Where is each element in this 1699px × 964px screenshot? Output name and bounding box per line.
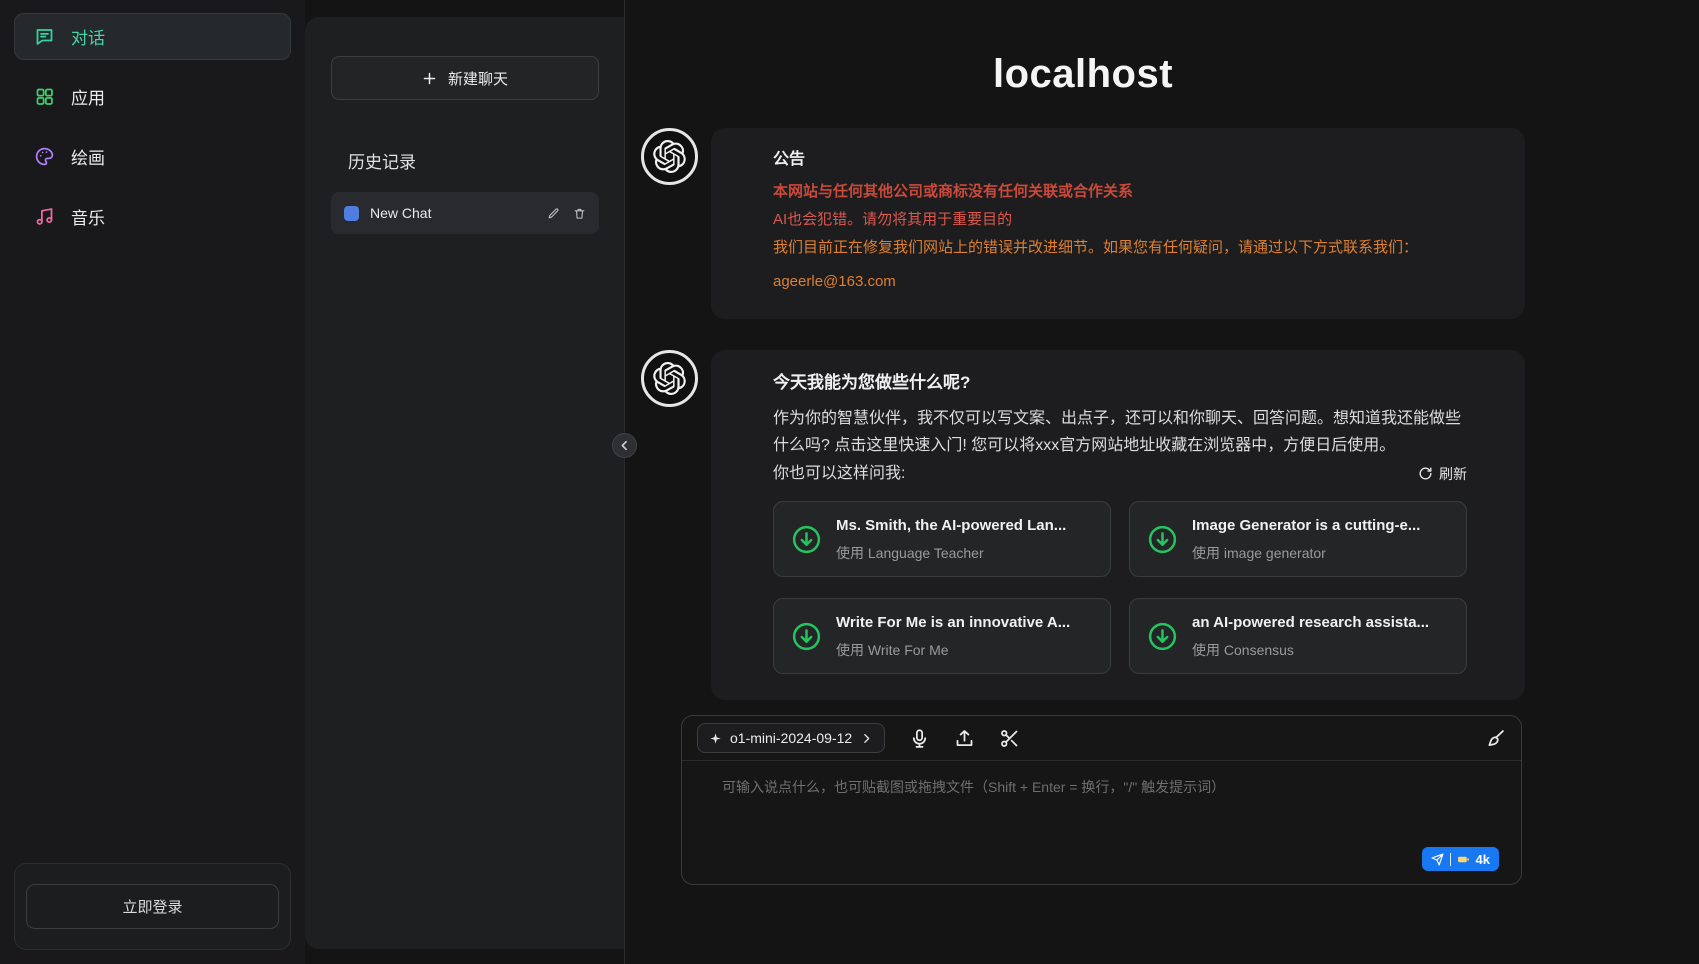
edit-icon[interactable]	[547, 207, 560, 220]
collapse-sidebar-button[interactable]	[612, 433, 637, 458]
sidebar-item-drawing[interactable]: 绘画	[14, 133, 291, 180]
suggestion-subtitle: 使用 Write For Me	[836, 640, 1070, 662]
login-button[interactable]: 立即登录	[26, 884, 279, 929]
refresh-label: 刷新	[1439, 464, 1467, 484]
sparkle-icon	[709, 732, 722, 745]
gpt-arrow-icon	[790, 523, 823, 556]
battery-icon	[1457, 853, 1470, 866]
contact-email[interactable]: ageerle@163.com	[773, 270, 1467, 293]
suggestion-card[interactable]: an AI-powered research assista... 使用 Con…	[1129, 598, 1467, 674]
delete-icon[interactable]	[573, 207, 586, 220]
assistant-avatar	[641, 350, 698, 407]
announcement-bubble: 公告 本网站与任何其他公司或商标没有任何关联或合作关系 AI也会犯错。请勿将其用…	[711, 128, 1525, 319]
composer: o1-mini-2024-09-12	[681, 715, 1522, 885]
chat-list-panel: 新建聊天 历史记录 New Chat	[305, 0, 625, 964]
suggestion-title: Ms. Smith, the AI-powered Lan...	[836, 514, 1066, 537]
suggestion-card[interactable]: Image Generator is a cutting-e... 使用 ima…	[1129, 501, 1467, 577]
composer-toolbar: o1-mini-2024-09-12	[682, 716, 1521, 761]
app-window: 对话 应用 绘画 音乐 立即登录	[0, 0, 1699, 964]
openai-logo-icon	[653, 362, 686, 395]
openai-logo-icon	[653, 140, 686, 173]
chevron-right-icon	[860, 732, 873, 745]
history-title: 历史记录	[348, 148, 599, 173]
badge-divider	[1450, 853, 1451, 866]
suggestion-subtitle: 使用 Consensus	[1192, 640, 1429, 662]
apps-grid-icon	[34, 86, 55, 107]
suggestion-subtitle: 使用 Language Teacher	[836, 543, 1066, 565]
suggestion-card[interactable]: Ms. Smith, the AI-powered Lan... 使用 Lang…	[773, 501, 1111, 577]
sidebar-item-label: 音乐	[71, 204, 105, 229]
sidebar-item-label: 应用	[71, 84, 105, 109]
welcome-bubble: 今天我能为您做些什么呢? 作为你的智慧伙伴，我不仅可以写文案、出点子，还可以和你…	[711, 350, 1525, 701]
message-input[interactable]	[682, 761, 1521, 879]
gpt-arrow-icon	[790, 620, 823, 653]
new-chat-button[interactable]: 新建聊天	[331, 56, 599, 100]
scissors-icon	[999, 728, 1020, 749]
new-chat-label: 新建聊天	[448, 68, 508, 89]
sidebar-item-music[interactable]: 音乐	[14, 193, 291, 240]
send-plane-icon	[1431, 853, 1444, 866]
chevron-left-icon	[618, 439, 631, 452]
suggestion-card[interactable]: Write For Me is an innovative A... 使用 Wr…	[773, 598, 1111, 674]
welcome-heading: 今天我能为您做些什么呢?	[773, 370, 1467, 396]
ask-hint: 你也可以这样问我:	[773, 462, 905, 487]
suggestion-grid: Ms. Smith, the AI-powered Lan... 使用 Lang…	[773, 501, 1467, 674]
chat-color-swatch	[344, 206, 359, 221]
suggestion-title: Image Generator is a cutting-e...	[1192, 514, 1420, 537]
upload-icon	[954, 728, 975, 749]
chat-list-item[interactable]: New Chat	[331, 192, 599, 234]
assistant-message-announcement: 公告 本网站与任何其他公司或商标没有任何关联或合作关系 AI也会犯错。请勿将其用…	[641, 128, 1525, 319]
sidebar-item-chat[interactable]: 对话	[14, 13, 291, 60]
gpt-arrow-icon	[1146, 620, 1179, 653]
refresh-icon	[1418, 466, 1433, 481]
suggestion-title: Write For Me is an innovative A...	[836, 611, 1070, 634]
sidebar-item-apps[interactable]: 应用	[14, 73, 291, 120]
gpt-arrow-icon	[1146, 523, 1179, 556]
sidebar-item-label: 对话	[71, 24, 105, 49]
plus-icon	[422, 71, 437, 86]
assistant-avatar	[641, 128, 698, 185]
announcement-line: 本网站与任何其他公司或商标没有任何关联或合作关系	[773, 180, 1467, 203]
model-selector[interactable]: o1-mini-2024-09-12	[697, 723, 885, 753]
music-note-icon	[34, 206, 55, 227]
left-sidebar: 对话 应用 绘画 音乐 立即登录	[0, 0, 305, 964]
chat-item-actions	[547, 207, 586, 220]
chat-bubble-icon	[34, 26, 55, 47]
broom-icon	[1485, 728, 1506, 749]
welcome-body: 作为你的智慧伙伴，我不仅可以写文案、出点子，还可以和你聊天、回答问题。想知道我还…	[773, 405, 1467, 459]
clear-context-button[interactable]	[1485, 728, 1506, 749]
page-title: localhost	[641, 52, 1525, 97]
model-name: o1-mini-2024-09-12	[730, 730, 852, 746]
announcement-line: 我们目前正在修复我们网站上的错误并改进细节。如果您有任何疑问，请通过以下方式联系…	[773, 236, 1467, 259]
sidebar-item-label: 绘画	[71, 144, 105, 169]
palette-icon	[34, 146, 55, 167]
suggestion-title: an AI-powered research assista...	[1192, 611, 1429, 634]
message-list: localhost 公告 本网站与任何其他公司或商标没有任何关联或合作关系 AI…	[625, 52, 1541, 885]
assistant-message-welcome: 今天我能为您做些什么呢? 作为你的智慧伙伴，我不仅可以写文案、出点子，还可以和你…	[641, 350, 1525, 701]
upload-button[interactable]	[954, 728, 975, 749]
announcement-heading: 公告	[773, 148, 1467, 173]
send-button[interactable]: 4k	[1422, 847, 1499, 871]
refresh-suggestions-button[interactable]: 刷新	[1418, 464, 1467, 484]
microphone-button[interactable]	[909, 728, 930, 749]
login-panel: 立即登录	[14, 863, 291, 950]
suggestion-subtitle: 使用 image generator	[1192, 543, 1420, 565]
chat-main: localhost 公告 本网站与任何其他公司或商标没有任何关联或合作关系 AI…	[625, 0, 1699, 964]
token-count: 4k	[1476, 852, 1490, 867]
chat-item-title: New Chat	[370, 205, 536, 221]
microphone-icon	[909, 728, 930, 749]
announcement-line: AI也会犯错。请勿将其用于重要目的	[773, 208, 1467, 231]
screenshot-crop-button[interactable]	[999, 728, 1020, 749]
